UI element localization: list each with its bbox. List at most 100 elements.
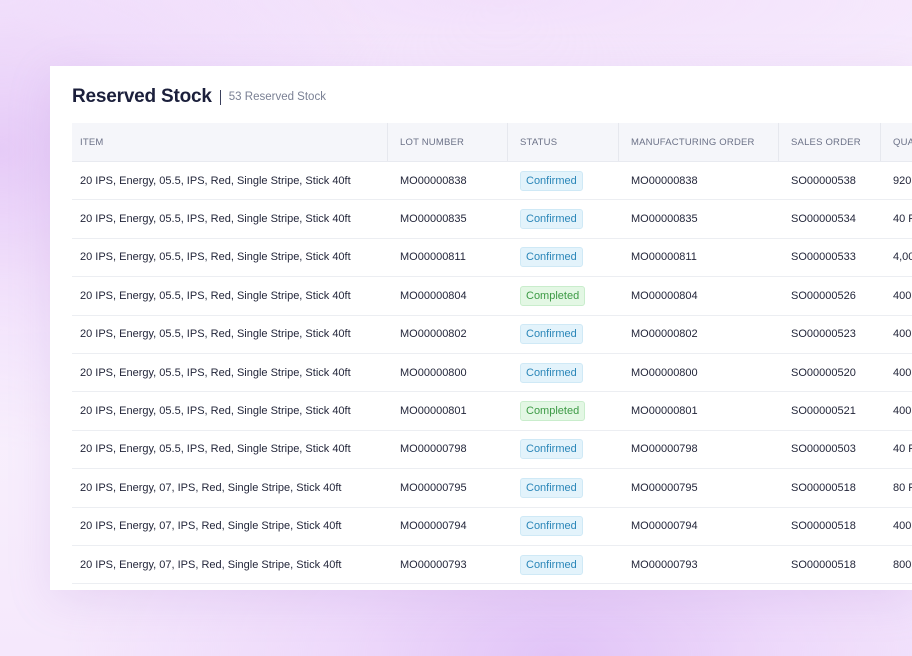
manufacturing-order-cell: MO00000835 — [631, 213, 698, 226]
item-cell: 20 IPS, Energy, 05.5, IPS, Red, Single S… — [80, 289, 351, 302]
column-header-manufacturing-order[interactable]: MANUFACTURING ORDER — [618, 123, 778, 161]
item-cell: 20 IPS, Energy, 07, IPS, Red, Single Str… — [80, 481, 342, 494]
status-badge: Confirmed — [520, 324, 583, 345]
record-count: 53 Reserved Stock — [228, 91, 326, 103]
sales-order-cell: SO00000521 — [791, 405, 856, 418]
status-badge: Confirmed — [520, 439, 583, 460]
table-header: ITEM LOT NUMBER STATUS MANUFACTURING ORD… — [72, 123, 912, 162]
manufacturing-order-cell: MO00000838 — [631, 174, 698, 187]
status-badge: Confirmed — [520, 247, 583, 268]
table-row[interactable]: 20 IPS, Energy, 07, IPS, Red, Single Str… — [72, 508, 912, 546]
status-cell: Confirmed — [507, 554, 618, 575]
quantity-cell: 80 F — [893, 481, 912, 494]
reserved-stock-card: Reserved Stock 53 Reserved Stock ITEM LO… — [50, 66, 912, 590]
table-row[interactable]: 20 IPS, Energy, 05.5, IPS, Red, Single S… — [72, 200, 912, 239]
table-body: 20 IPS, Energy, 05.5, IPS, Red, Single S… — [72, 162, 912, 585]
sales-order-cell: SO00000533 — [791, 251, 856, 264]
lot-number-cell: MO00000798 — [400, 443, 467, 456]
status-badge: Confirmed — [520, 362, 583, 383]
column-header-item[interactable]: ITEM — [72, 123, 387, 161]
table-row[interactable]: 20 IPS, Energy, 05.5, IPS, Red, Single S… — [72, 316, 912, 354]
table-row[interactable]: 20 IPS, Energy, 05.5, IPS, Red, Single S… — [72, 392, 912, 431]
quantity-cell: 400 — [893, 520, 912, 533]
status-badge: Completed — [520, 285, 586, 306]
card-header: Reserved Stock 53 Reserved Stock — [72, 86, 326, 108]
lot-number-cell: MO00000811 — [400, 251, 466, 264]
item-cell: 20 IPS, Energy, 05.5, IPS, Red, Single S… — [80, 405, 351, 418]
lot-number-cell: MO00000802 — [400, 328, 467, 341]
manufacturing-order-cell: MO00000802 — [631, 328, 698, 341]
status-cell: Confirmed — [507, 362, 618, 383]
manufacturing-order-cell: MO00000794 — [631, 520, 698, 533]
column-header-status[interactable]: STATUS — [507, 123, 618, 161]
quantity-cell: 400 — [893, 405, 912, 418]
item-cell: 20 IPS, Energy, 05.5, IPS, Red, Single S… — [80, 328, 351, 341]
status-badge: Confirmed — [520, 170, 583, 191]
table-row[interactable]: 20 IPS, Energy, 05.5, IPS, Red, Single S… — [72, 354, 912, 393]
lot-number-cell: MO00000801 — [400, 405, 467, 418]
reserved-stock-table: ITEM LOT NUMBER STATUS MANUFACTURING ORD… — [72, 123, 912, 585]
sales-order-cell: SO00000518 — [791, 558, 856, 571]
manufacturing-order-cell: MO00000801 — [631, 405, 698, 418]
sales-order-cell: SO00000534 — [791, 213, 856, 226]
sales-order-cell: SO00000526 — [791, 289, 856, 302]
table-row[interactable]: 20 IPS, Energy, 05.5, IPS, Red, Single S… — [72, 277, 912, 316]
column-header-lot-number[interactable]: LOT NUMBER — [387, 123, 507, 161]
status-badge: Confirmed — [520, 477, 583, 498]
lot-number-cell: MO00000804 — [400, 289, 467, 302]
lot-number-cell: MO00000835 — [400, 213, 467, 226]
lot-number-cell: MO00000794 — [400, 520, 467, 533]
status-badge: Confirmed — [520, 516, 583, 537]
lot-number-cell: MO00000793 — [400, 558, 467, 571]
status-cell: Confirmed — [507, 247, 618, 268]
status-cell: Confirmed — [507, 209, 618, 230]
quantity-cell: 400 — [893, 366, 912, 379]
manufacturing-order-cell: MO00000811 — [631, 251, 697, 264]
status-badge: Confirmed — [520, 554, 583, 575]
quantity-cell: 800 — [893, 558, 912, 571]
column-header-sales-order[interactable]: SALES ORDER — [778, 123, 880, 161]
status-cell: Confirmed — [507, 477, 618, 498]
status-cell: Confirmed — [507, 516, 618, 537]
item-cell: 20 IPS, Energy, 05.5, IPS, Red, Single S… — [80, 174, 351, 187]
item-cell: 20 IPS, Energy, 05.5, IPS, Red, Single S… — [80, 213, 351, 226]
sales-order-cell: SO00000518 — [791, 481, 856, 494]
manufacturing-order-cell: MO00000798 — [631, 443, 698, 456]
lot-number-cell: MO00000838 — [400, 174, 467, 187]
status-cell: Confirmed — [507, 170, 618, 191]
status-cell: Completed — [507, 285, 618, 306]
table-row[interactable]: 20 IPS, Energy, 05.5, IPS, Red, Single S… — [72, 239, 912, 278]
table-row[interactable]: 20 IPS, Energy, 07, IPS, Red, Single Str… — [72, 546, 912, 585]
page-title: Reserved Stock — [72, 86, 212, 107]
item-cell: 20 IPS, Energy, 07, IPS, Red, Single Str… — [80, 558, 342, 571]
quantity-cell: 400 — [893, 289, 912, 302]
sales-order-cell: SO00000518 — [791, 520, 856, 533]
quantity-cell: 40 F — [893, 443, 912, 456]
manufacturing-order-cell: MO00000804 — [631, 289, 698, 302]
item-cell: 20 IPS, Energy, 05.5, IPS, Red, Single S… — [80, 366, 351, 379]
quantity-cell: 400 — [893, 328, 912, 341]
quantity-cell: 40 F — [893, 213, 912, 226]
lot-number-cell: MO00000800 — [400, 366, 467, 379]
item-cell: 20 IPS, Energy, 05.5, IPS, Red, Single S… — [80, 443, 351, 456]
column-header-quantity[interactable]: QUA — [880, 123, 912, 161]
table-row[interactable]: 20 IPS, Energy, 05.5, IPS, Red, Single S… — [72, 162, 912, 201]
status-badge: Completed — [520, 401, 586, 422]
sales-order-cell: SO00000523 — [791, 328, 856, 341]
item-cell: 20 IPS, Energy, 05.5, IPS, Red, Single S… — [80, 251, 351, 264]
manufacturing-order-cell: MO00000793 — [631, 558, 698, 571]
status-cell: Confirmed — [507, 439, 618, 460]
table-row[interactable]: 20 IPS, Energy, 05.5, IPS, Red, Single S… — [72, 431, 912, 470]
status-cell: Completed — [507, 401, 618, 422]
manufacturing-order-cell: MO00000800 — [631, 366, 698, 379]
table-row[interactable]: 20 IPS, Energy, 07, IPS, Red, Single Str… — [72, 469, 912, 508]
title-divider — [219, 89, 221, 105]
quantity-cell: 4,00 — [893, 251, 912, 264]
item-cell: 20 IPS, Energy, 07, IPS, Red, Single Str… — [80, 520, 342, 533]
status-cell: Confirmed — [507, 324, 618, 345]
sales-order-cell: SO00000520 — [791, 366, 856, 379]
sales-order-cell: SO00000503 — [791, 443, 856, 456]
sales-order-cell: SO00000538 — [791, 174, 856, 187]
status-badge: Confirmed — [520, 209, 583, 230]
lot-number-cell: MO00000795 — [400, 481, 467, 494]
